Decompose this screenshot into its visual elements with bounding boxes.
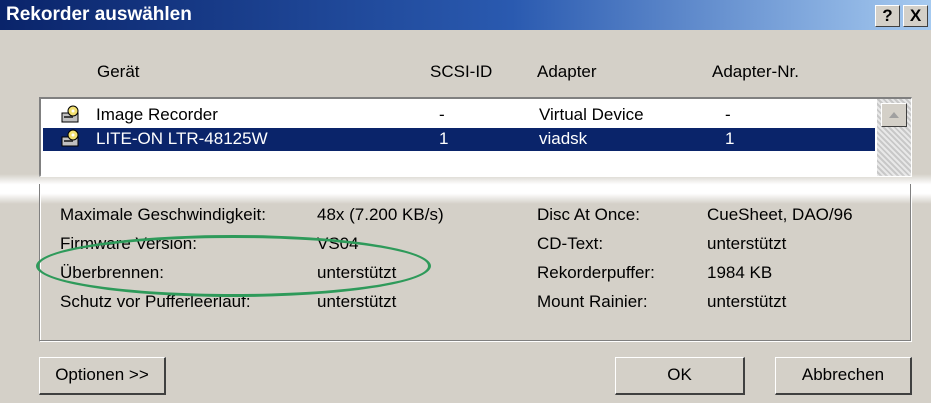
device-scsi-id: - — [439, 105, 445, 124]
highlight-ellipse-annotation — [36, 235, 431, 297]
help-button[interactable]: ? — [875, 5, 900, 27]
property-label-max-speed: Maximale Geschwindigkeit: — [60, 205, 266, 224]
arrow-up-icon — [889, 112, 899, 118]
scroll-up-button[interactable] — [881, 103, 907, 127]
device-adapter-nr: 1 — [725, 129, 735, 148]
title-bar: Rekorder auswählen ? X — [0, 0, 931, 30]
recorder-device-icon — [61, 129, 81, 148]
column-header-adapter-nr[interactable]: Adapter-Nr. — [712, 62, 799, 82]
property-label-disc-at-once: Disc At Once: — [537, 205, 640, 224]
list-item-selected[interactable]: LITE-ON LTR-48125W 1 viadsk 1 — [43, 128, 875, 151]
cancel-button[interactable]: Abbrechen — [775, 357, 912, 395]
property-value-max-speed: 48x (7.200 KB/s) — [317, 205, 444, 224]
device-scsi-id: 1 — [439, 129, 449, 148]
property-value-recorder-buffer: 1984 KB — [707, 263, 773, 282]
device-adapter: viadsk — [539, 129, 588, 148]
list-scrollbar[interactable] — [877, 99, 911, 176]
list-item[interactable]: Image Recorder - Virtual Device - — [43, 104, 875, 127]
options-button[interactable]: Optionen >> — [39, 357, 166, 395]
column-header-scsi-id[interactable]: SCSI-ID — [430, 62, 492, 82]
property-label-cd-text: CD-Text: — [537, 234, 604, 253]
property-value-mount-rainier: unterstützt — [707, 292, 787, 311]
device-name: LITE-ON LTR-48125W — [96, 129, 268, 148]
recorder-list[interactable]: Image Recorder - Virtual Device - LITE-O… — [39, 97, 912, 177]
column-header-adapter[interactable]: Adapter — [537, 62, 597, 82]
property-label-recorder-buffer: Rekorderpuffer: — [537, 263, 655, 282]
ok-button[interactable]: OK — [615, 357, 745, 395]
close-button[interactable]: X — [903, 5, 928, 27]
recorder-device-icon — [61, 105, 81, 124]
property-value-disc-at-once: CueSheet, DAO/96 — [707, 205, 853, 224]
device-adapter: Virtual Device — [539, 105, 644, 124]
device-adapter-nr: - — [725, 105, 731, 124]
property-value-buffer-underrun: unterstützt — [317, 292, 397, 311]
window-title: Rekorder auswählen — [6, 4, 192, 25]
column-header-device[interactable]: Gerät — [97, 62, 140, 82]
property-label-mount-rainier: Mount Rainier: — [537, 292, 648, 311]
property-value-cd-text: unterstützt — [707, 234, 787, 253]
device-name: Image Recorder — [96, 105, 218, 124]
